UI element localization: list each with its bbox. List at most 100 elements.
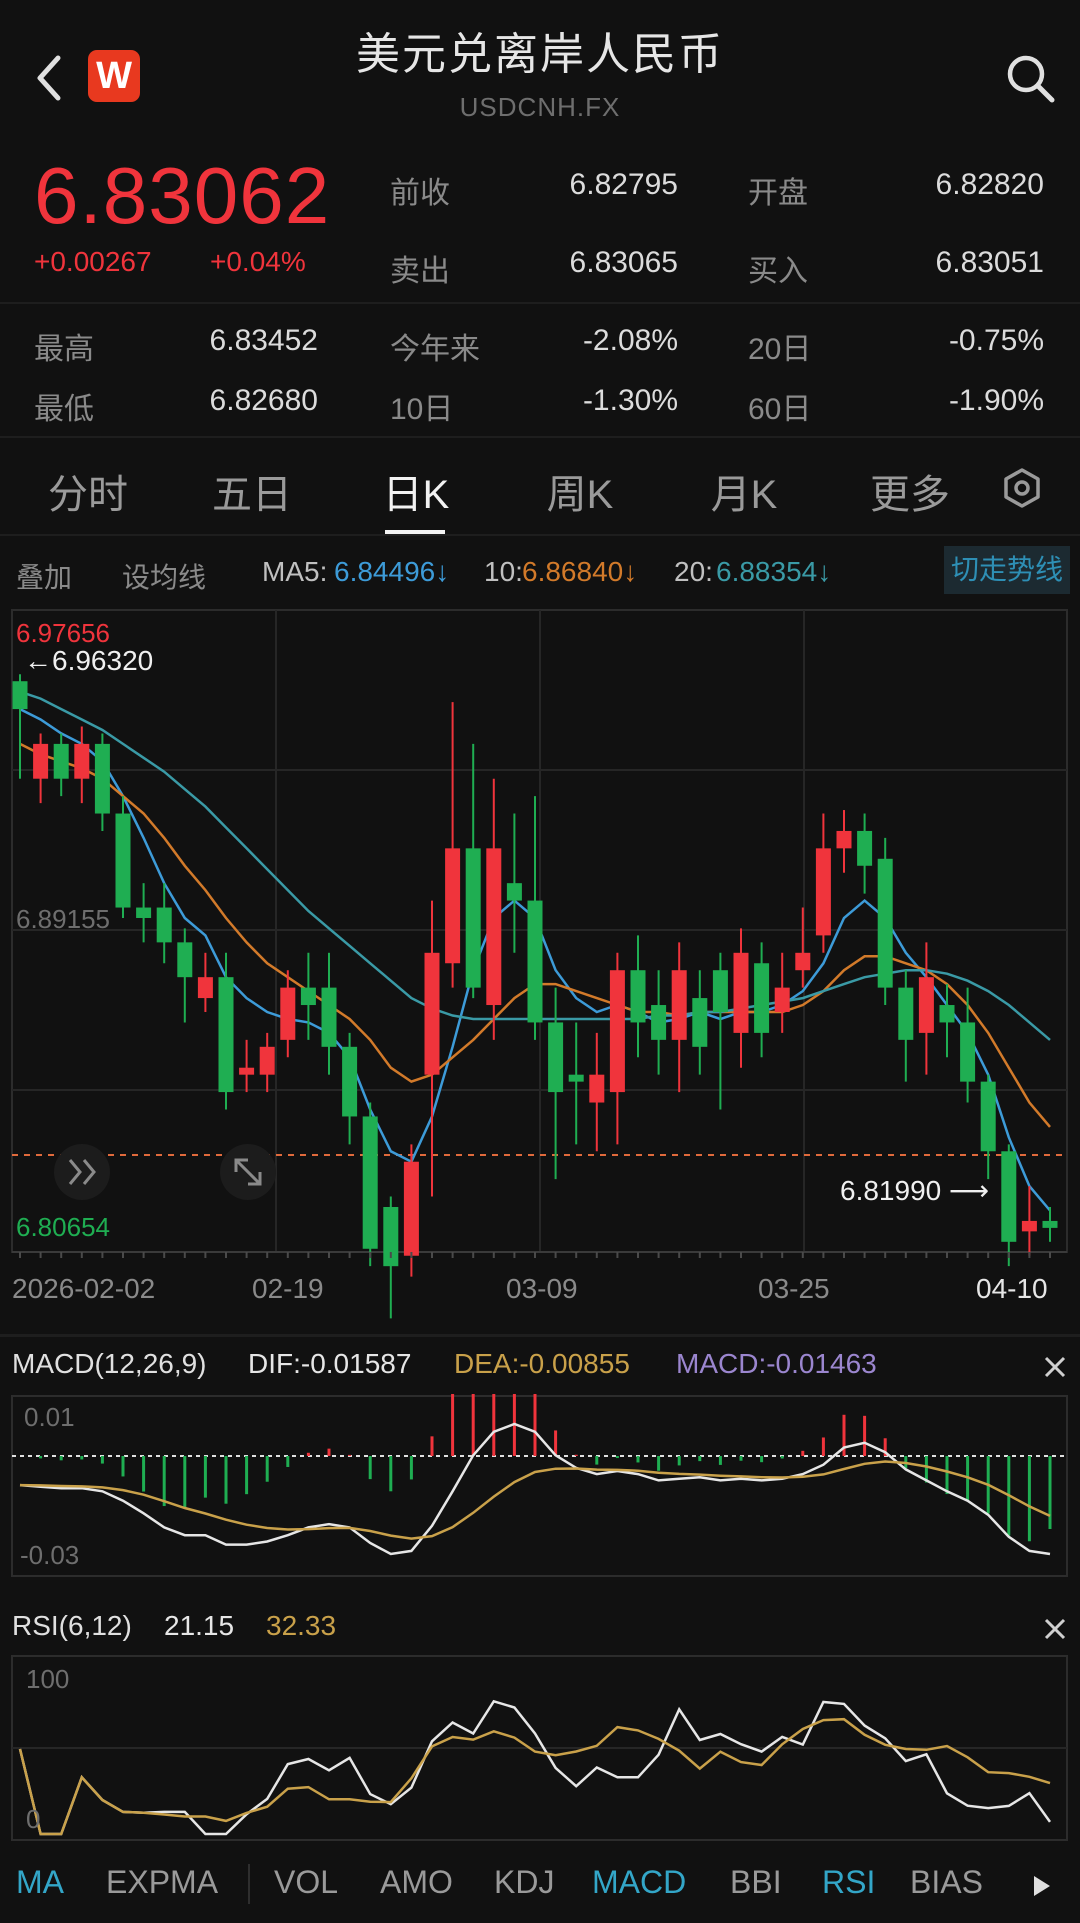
set-ma-button[interactable]: 设均线 — [122, 556, 206, 596]
candle-body — [177, 942, 193, 978]
indicator-bbi[interactable]: BBI — [730, 1864, 782, 1901]
candle-body — [1001, 1151, 1017, 1242]
candle-body — [74, 743, 90, 779]
overlay-button[interactable]: 叠加 — [16, 556, 72, 596]
indicator-expma[interactable]: EXPMA — [106, 1864, 218, 1901]
divider — [0, 302, 1080, 304]
tab-five-day[interactable]: 五日 — [192, 462, 312, 520]
ytd-value: -2.08% — [582, 324, 678, 357]
candle-body — [568, 1074, 584, 1082]
rsi-value-1: 21.15 — [164, 1610, 235, 1641]
ma20-label: 20: — [674, 556, 713, 587]
more-indicators-icon[interactable] — [1030, 1872, 1054, 1900]
candle — [939, 984, 955, 1058]
expand-left-icon[interactable] — [54, 1144, 110, 1200]
candle-body — [342, 1046, 358, 1117]
candle — [239, 1039, 255, 1093]
candle — [651, 970, 667, 1075]
candle-body — [445, 848, 461, 964]
candle-body — [239, 1067, 255, 1075]
candle-body — [939, 1005, 955, 1023]
candle — [1021, 1186, 1037, 1256]
candle — [465, 743, 481, 999]
indicator-rsi[interactable]: RSI — [822, 1864, 875, 1901]
prev-close-value: 6.82795 — [569, 168, 678, 201]
prev-close-label: 前收 — [390, 177, 450, 210]
candlestick-chart[interactable]: 6.97656 ←6.96320 6.89155 6.80654 6.81990… — [0, 606, 1080, 1336]
candle-body — [774, 987, 790, 1012]
rsi-title: RSI(6,12) — [12, 1610, 132, 1641]
candle — [321, 952, 337, 1075]
low-value: 6.82680 — [209, 384, 318, 417]
candle — [33, 733, 49, 804]
tab-weekly-k[interactable]: 周K — [520, 462, 640, 520]
y-min-label: 6.80654 — [16, 1212, 110, 1242]
candle — [671, 942, 687, 1093]
y-max-label: 6.97656 — [16, 618, 110, 648]
candle-body — [1042, 1220, 1058, 1228]
indicator-amo[interactable]: AMO — [380, 1864, 453, 1901]
candle — [754, 942, 770, 1058]
search-icon[interactable] — [1004, 52, 1056, 104]
candle — [1042, 1206, 1058, 1242]
low-point-annotation: 6.81990 ⟶ — [840, 1175, 989, 1206]
tab-monthly-k[interactable]: 月K — [684, 462, 804, 520]
indicator-kdj[interactable]: KDJ — [494, 1864, 554, 1901]
candle — [342, 1032, 358, 1145]
fullscreen-icon[interactable] — [220, 1144, 276, 1200]
candle — [630, 935, 646, 1058]
candle-body — [527, 900, 543, 1023]
candle — [815, 813, 831, 953]
candle-body — [960, 1022, 976, 1082]
indicator-ma[interactable]: MA — [16, 1864, 64, 1901]
ma5-label: MA5: — [262, 556, 328, 587]
indicator-divider — [248, 1864, 250, 1904]
candle-body — [795, 952, 811, 971]
switch-trend-line-button[interactable]: 切走势线 — [944, 546, 1070, 594]
candle-body — [362, 1116, 378, 1249]
candle — [774, 952, 790, 1033]
indicator-vol[interactable]: VOL — [274, 1864, 338, 1901]
candle — [795, 907, 811, 988]
tab-more[interactable]: 更多 — [850, 462, 970, 520]
symbol-code: USDCNH.FX — [459, 92, 621, 122]
candle-body — [877, 858, 893, 988]
candle-body — [692, 998, 708, 1047]
indicator-bias[interactable]: BIAS — [910, 1864, 983, 1901]
candle — [197, 952, 213, 1012]
candle — [115, 796, 131, 918]
indicator-macd[interactable]: MACD — [592, 1864, 686, 1901]
d60-label: 60日 — [748, 393, 812, 426]
ytd-label: 今年来 — [390, 333, 480, 366]
d20-value: -0.75% — [948, 324, 1044, 357]
rsi-chart: 100 0 — [11, 1655, 1068, 1841]
candle — [362, 1102, 378, 1267]
macd-bottom-label: -0.03 — [20, 1540, 79, 1570]
low-label: 最低 — [34, 393, 94, 426]
candle — [836, 810, 852, 873]
tab-daily-k[interactable]: 日K — [356, 462, 476, 520]
candle — [12, 674, 28, 779]
candle — [589, 1032, 605, 1152]
candle — [960, 987, 976, 1103]
candle — [486, 778, 502, 1040]
buy-label: 买入 — [748, 255, 808, 288]
close-macd-icon[interactable] — [1042, 1354, 1068, 1380]
header: W 美元兑离岸人民币 USDCNH.FX — [0, 0, 1080, 130]
sell-label: 卖出 — [390, 255, 450, 288]
candle — [918, 942, 934, 1075]
date-label-3: 03-09 — [506, 1273, 578, 1304]
tab-intraday[interactable]: 分时 — [28, 462, 148, 520]
candle-body — [424, 952, 440, 1075]
candle — [156, 883, 172, 964]
settings-icon[interactable] — [1000, 466, 1044, 510]
candle-body — [589, 1074, 605, 1103]
ma10-label: 10: — [484, 556, 523, 587]
price-change-pct: +0.04% — [210, 246, 306, 277]
candle-body — [486, 848, 502, 1006]
date-label-4: 03-25 — [758, 1273, 830, 1304]
buy-value: 6.83051 — [935, 246, 1044, 279]
close-rsi-icon[interactable] — [1042, 1616, 1068, 1642]
candle — [733, 928, 749, 1068]
candle — [136, 883, 152, 943]
